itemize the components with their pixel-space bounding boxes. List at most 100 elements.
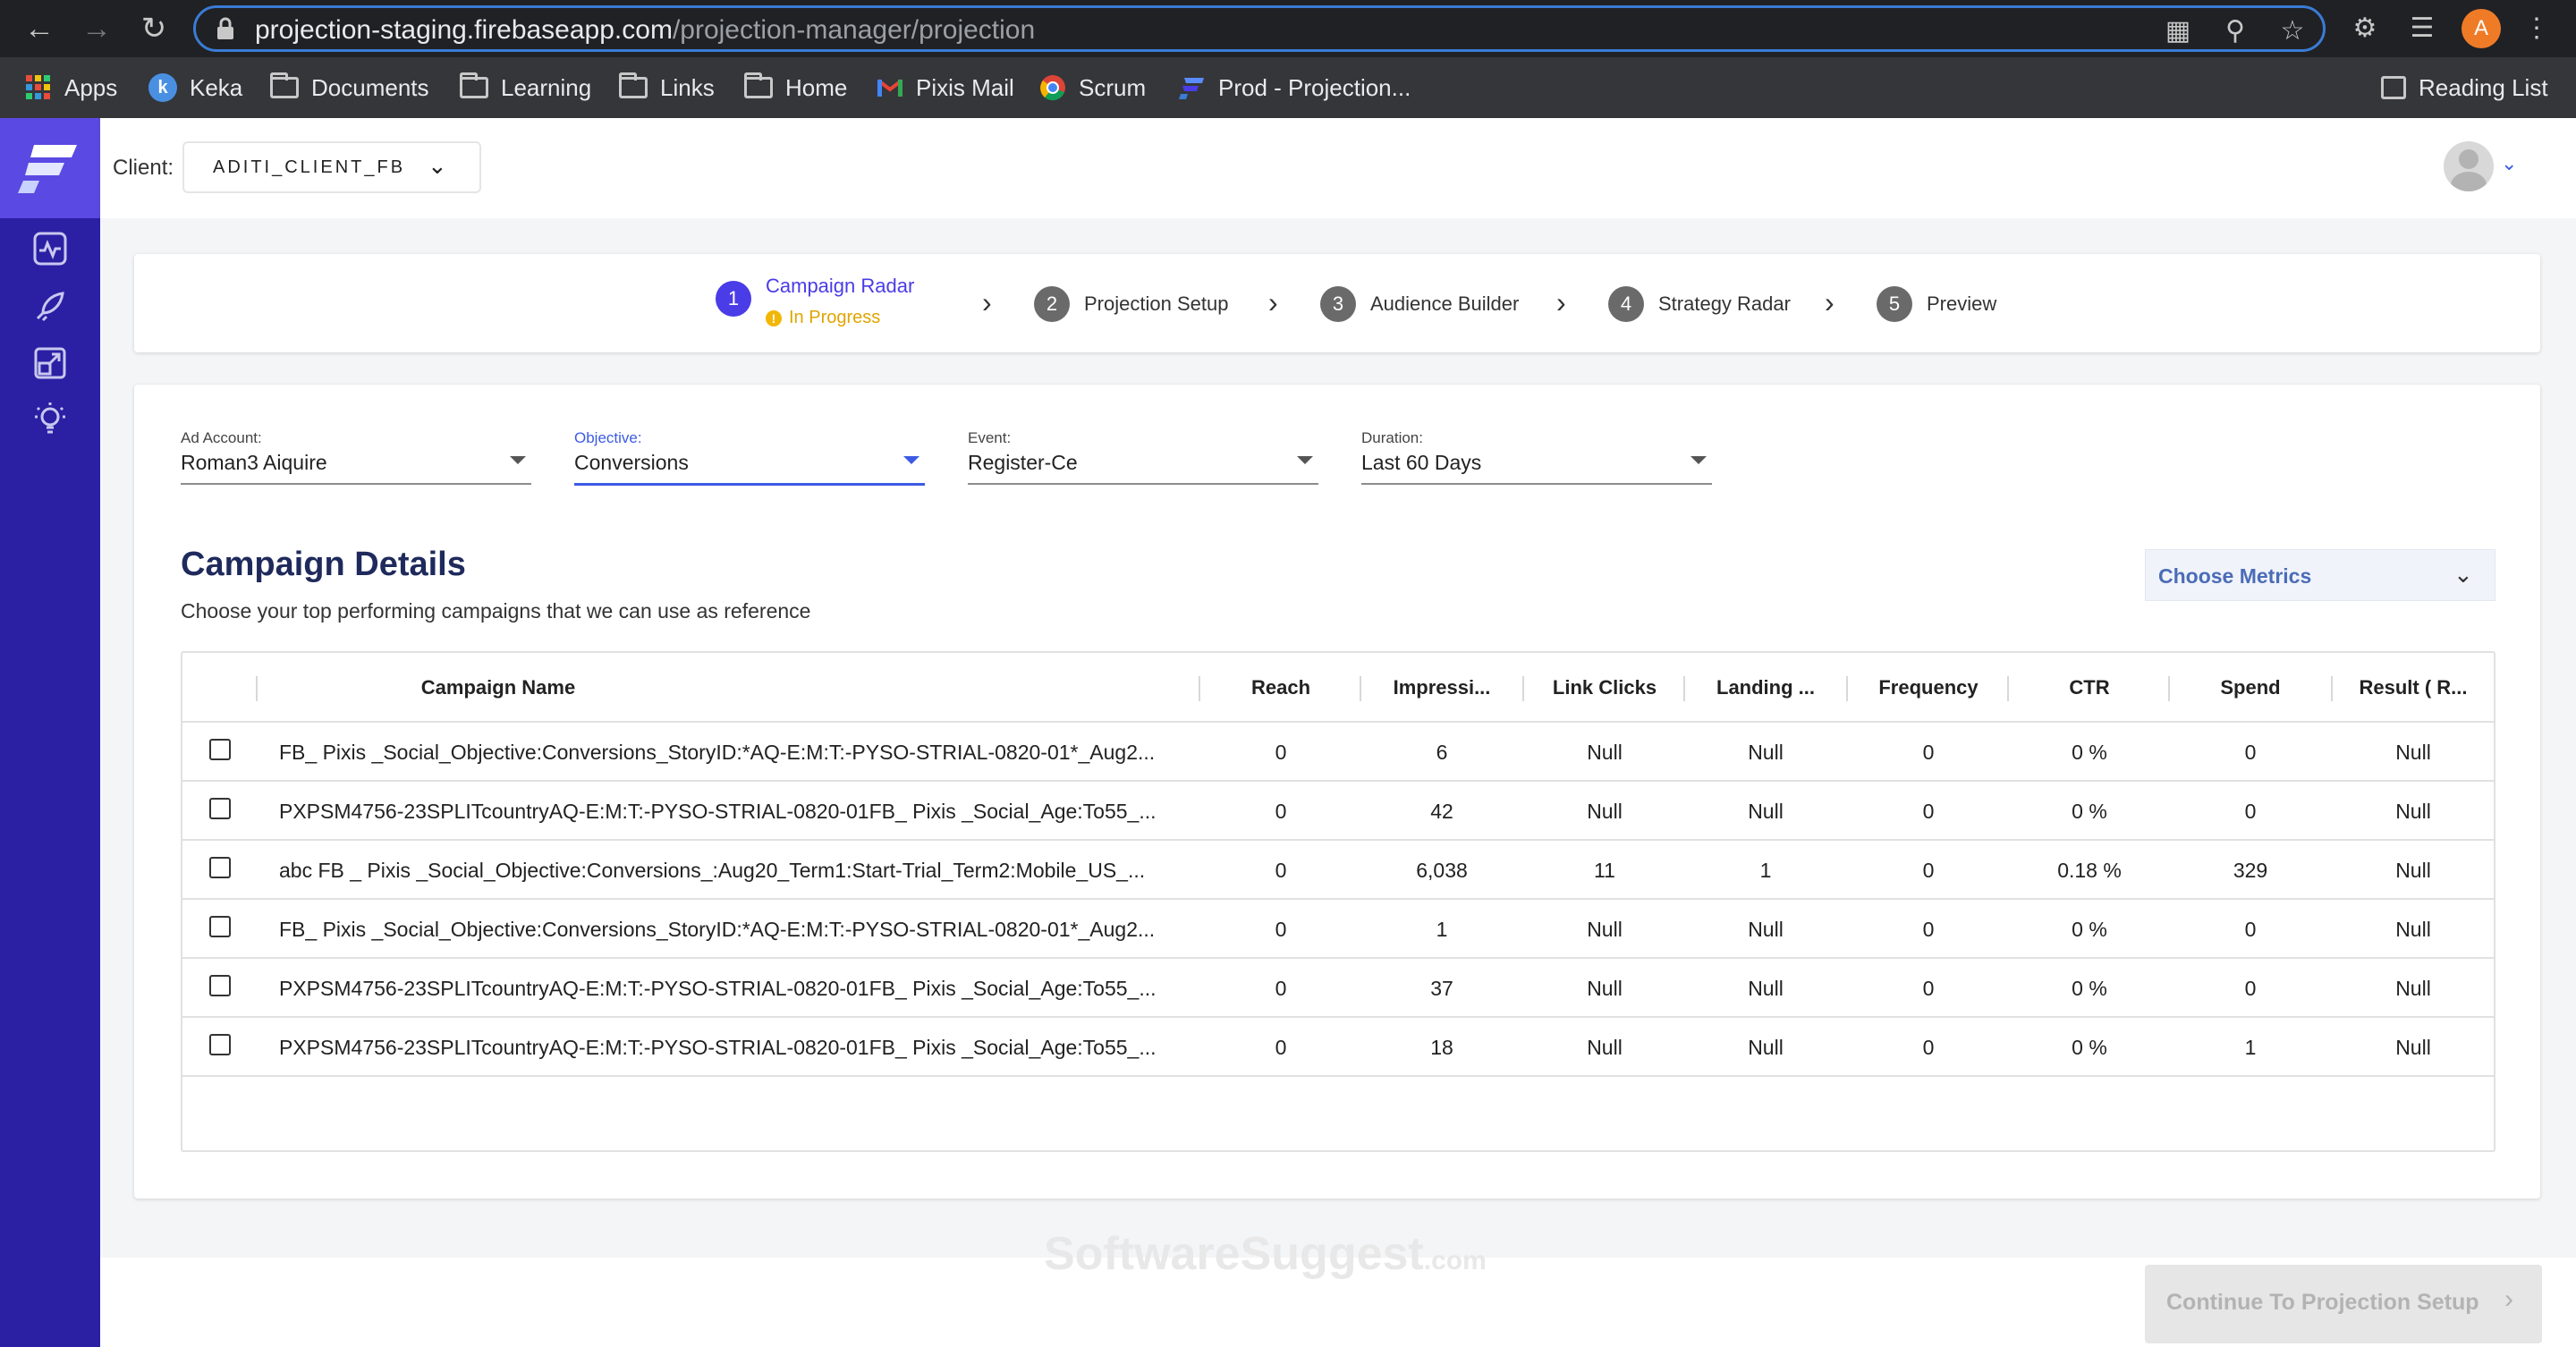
step-strategy-radar[interactable]: 4 Strategy Radar: [1608, 286, 1791, 322]
forward-arrow-icon[interactable]: →: [77, 9, 116, 48]
field-label: Ad Account:: [181, 429, 262, 446]
keka-icon: k: [148, 73, 177, 102]
reading-list-button[interactable]: Reading List: [2381, 70, 2548, 106]
qr-code-icon[interactable]: ▦: [2162, 15, 2194, 47]
bookmark-home[interactable]: Home: [744, 70, 847, 106]
bookmark-documents[interactable]: Documents: [270, 70, 429, 106]
cell-reach: 0: [1275, 918, 1287, 941]
bookmark-keka[interactable]: k Keka: [148, 70, 242, 106]
column-header-campaign-name[interactable]: Campaign Name: [259, 676, 737, 699]
table-row[interactable]: abc FB _ Pixis _Social_Objective:Convers…: [182, 841, 2494, 900]
ad-account-select[interactable]: Ad Account: Roman3 Aiquire: [181, 429, 531, 485]
reload-icon[interactable]: ↻: [134, 9, 174, 48]
activity-icon[interactable]: [32, 231, 68, 267]
row-checkbox[interactable]: [209, 739, 231, 760]
row-checkbox[interactable]: [209, 916, 231, 937]
bookmark-label: Learning: [501, 73, 592, 101]
cell-frequency: 0: [1922, 859, 1935, 882]
step-number: 3: [1320, 286, 1356, 322]
table-row[interactable]: FB_ Pixis _Social_Objective:Conversions_…: [182, 723, 2494, 782]
field-label: Event:: [968, 429, 1012, 446]
field-underline: [181, 483, 531, 485]
objective-select[interactable]: Objective: Conversions: [574, 429, 925, 486]
cell-result: Null: [2395, 859, 2431, 882]
duration-select[interactable]: Duration: Last 60 Days: [1361, 429, 1712, 485]
cell-link-clicks: Null: [1587, 741, 1623, 764]
folder-icon: [619, 72, 648, 98]
step-preview[interactable]: 5 Preview: [1877, 286, 1996, 322]
url-path: /projection-manager/projection: [672, 15, 1036, 45]
column-header-impressions[interactable]: Impressi...: [1361, 676, 1522, 699]
cell-spend: 329: [2233, 859, 2268, 882]
app-logo[interactable]: [0, 118, 100, 218]
caret-down-icon: [1690, 456, 1707, 464]
cell-campaign-name: PXPSM4756-23SPLITcountryAQ-E:M:T:-PYSO-S…: [279, 977, 1157, 1000]
step-number: 5: [1877, 286, 1912, 322]
bookmark-learning[interactable]: Learning: [460, 70, 591, 106]
bookmark-apps[interactable]: Apps: [25, 70, 117, 106]
bookmark-label: Keka: [190, 73, 243, 101]
address-bar[interactable]: projection-staging.firebaseapp.com/proje…: [193, 5, 2326, 52]
cell-ctr: 0 %: [2072, 800, 2107, 823]
zoom-icon[interactable]: ⚲: [2219, 15, 2251, 47]
table-row[interactable]: PXPSM4756-23SPLITcountryAQ-E:M:T:-PYSO-S…: [182, 782, 2494, 841]
cell-result: Null: [2395, 977, 2431, 1000]
cell-reach: 0: [1275, 977, 1287, 1000]
back-arrow-icon[interactable]: ←: [20, 9, 59, 48]
event-select[interactable]: Event: Register-Ce: [968, 429, 1318, 485]
choose-metrics-select[interactable]: Choose Metrics ⌄: [2145, 549, 2496, 601]
browser-toolbar: ← → ↻ projection-staging.firebaseapp.com…: [0, 0, 2576, 57]
table-row[interactable]: PXPSM4756-23SPLITcountryAQ-E:M:T:-PYSO-S…: [182, 1018, 2494, 1077]
column-header-frequency[interactable]: Frequency: [1848, 676, 2009, 699]
column-header-landing[interactable]: Landing ...: [1685, 676, 1846, 699]
step-audience-builder[interactable]: 3 Audience Builder: [1320, 286, 1519, 322]
cell-link-clicks: 11: [1594, 859, 1615, 882]
caret-down-icon: [510, 456, 526, 464]
continue-button[interactable]: Continue To Projection Setup ›: [2145, 1265, 2542, 1343]
column-header-spend[interactable]: Spend: [2170, 676, 2331, 699]
step-label: Preview: [1927, 292, 1997, 315]
extensions-icon[interactable]: ⚙: [2345, 9, 2385, 48]
cell-link-clicks: Null: [1587, 977, 1623, 1000]
bookmark-scrum[interactable]: Scrum: [1039, 70, 1146, 106]
cell-impressions: 42: [1430, 800, 1453, 823]
watermark-suffix: .com: [1423, 1246, 1487, 1275]
app-header: Client: ADITI_CLIENT_FB ⌄ ⌄: [100, 118, 2576, 218]
bookmark-label: Home: [785, 73, 848, 101]
step-projection-setup[interactable]: 2 Projection Setup: [1034, 286, 1228, 322]
table-row[interactable]: PXPSM4756-23SPLITcountryAQ-E:M:T:-PYSO-S…: [182, 959, 2494, 1018]
cell-landing: Null: [1748, 977, 1784, 1000]
bookmark-prod-projection[interactable]: Prod - Projection...: [1179, 70, 1411, 106]
row-checkbox[interactable]: [209, 1034, 231, 1055]
table-row[interactable]: FB_ Pixis _Social_Objective:Conversions_…: [182, 900, 2494, 959]
choose-metrics-label: Choose Metrics: [2158, 564, 2312, 588]
client-select[interactable]: ADITI_CLIENT_FB ⌄: [182, 141, 481, 193]
column-header-link-clicks[interactable]: Link Clicks: [1524, 676, 1685, 699]
column-header-reach[interactable]: Reach: [1200, 676, 1361, 699]
step-status: ! In Progress: [766, 308, 880, 328]
step-campaign-radar[interactable]: 1 Campaign Radar ! In Progress: [716, 275, 914, 327]
row-checkbox[interactable]: [209, 798, 231, 819]
bookmark-pixis-mail[interactable]: Pixis Mail: [877, 70, 1014, 106]
profile-avatar[interactable]: A: [2462, 9, 2501, 48]
column-header-ctr[interactable]: CTR: [2009, 676, 2170, 699]
column-header-result[interactable]: Result ( R...: [2333, 676, 2494, 699]
row-checkbox[interactable]: [209, 975, 231, 996]
field-underline: [968, 483, 1318, 485]
rocket-icon[interactable]: [32, 288, 68, 324]
avatar[interactable]: [2444, 141, 2494, 191]
lightbulb-icon[interactable]: [32, 401, 68, 436]
lock-icon: [217, 17, 233, 39]
url-host: projection-staging.firebaseapp.com: [255, 15, 673, 45]
chrome-menu-icon[interactable]: ⋮: [2517, 9, 2556, 48]
row-checkbox[interactable]: [209, 857, 231, 878]
step-label: Strategy Radar: [1658, 292, 1791, 315]
projection-icon[interactable]: [32, 345, 68, 381]
chrome-icon: [1040, 75, 1065, 101]
bookmark-star-icon[interactable]: ☆: [2276, 15, 2309, 47]
bookmark-links[interactable]: Links: [619, 70, 715, 106]
cell-campaign-name: PXPSM4756-23SPLITcountryAQ-E:M:T:-PYSO-S…: [279, 800, 1157, 823]
chevron-down-icon[interactable]: ⌄: [2501, 152, 2517, 175]
cell-impressions: 1: [1436, 918, 1448, 941]
media-queue-icon[interactable]: ☰: [2402, 9, 2442, 48]
